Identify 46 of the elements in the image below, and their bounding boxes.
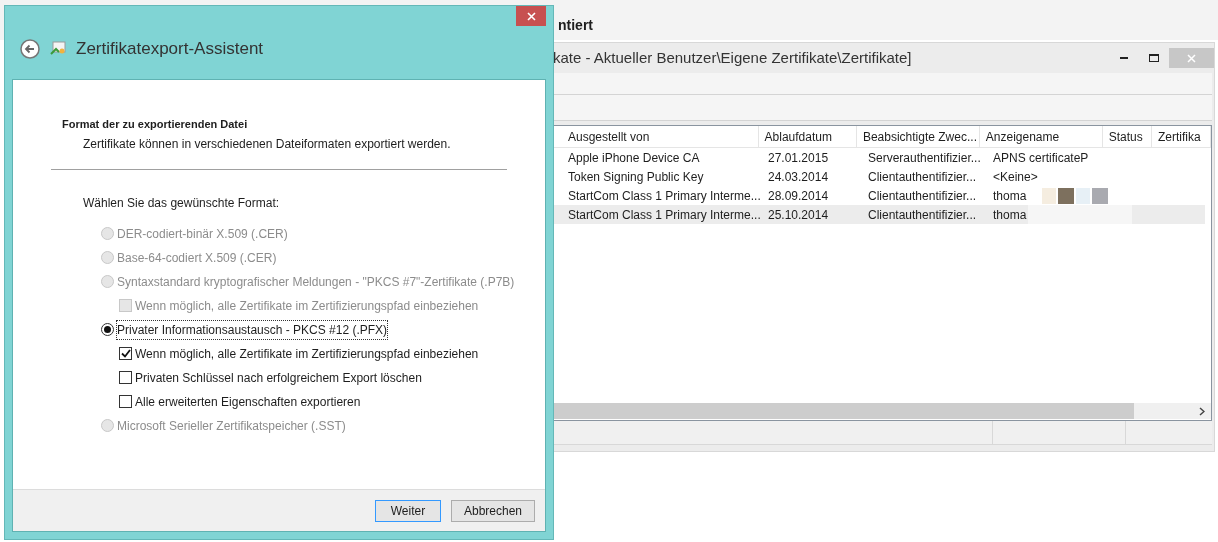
scroll-right-icon[interactable] (1193, 403, 1211, 419)
close-icon (1187, 53, 1196, 63)
table-cell-text: <Keine> (992, 168, 1038, 186)
column-header[interactable]: Ausgestellt von (562, 126, 759, 147)
radio-label[interactable]: Privater Informationsaustausch - PKCS #12 (.PFX) (117, 320, 388, 339)
table-cell-text: Token Signing Public Key (567, 168, 705, 186)
column-header[interactable]: Zertifika (1151, 126, 1211, 147)
column-header[interactable]: Beabsichtigte Zwec... (856, 126, 980, 147)
table-cell-text: 27.01.2015 (767, 149, 830, 167)
table-cell-text: thoma (992, 187, 1027, 205)
checkbox[interactable] (119, 371, 132, 384)
checkbox-label[interactable]: Alle erweiterten Eigenschaften exportieren (135, 392, 361, 411)
checkbox[interactable] (119, 347, 132, 360)
dialog-button[interactable]: Abbrechen (450, 499, 535, 522)
column-header[interactable]: Status (1102, 126, 1152, 147)
checkmark-icon (120, 349, 131, 358)
page-heading: ntiert (558, 16, 593, 35)
table-row[interactable]: StartCom Class 1 Primary Interme... 28.09.2014 Clientauthentifizier... thoma (548, 186, 1205, 205)
dialog-button[interactable]: Weiter (374, 499, 441, 522)
checkbox-label[interactable]: Wenn möglich, alle Zertifikate im Zertifizierungspfad einbeziehen (135, 344, 479, 363)
dialog-title: Zertifikatexport-Assistent (76, 37, 264, 60)
table-cell-text: APNS certificateP (992, 149, 1089, 167)
table-cell-text: 28.09.2014 (767, 187, 830, 205)
radio-button[interactable] (101, 323, 114, 336)
table-cell-text: 25.10.2014 (767, 206, 830, 224)
close-button[interactable] (516, 6, 546, 26)
table-cell-text: 24.03.2014 (767, 168, 830, 186)
table-cell-text: StartCom Class 1 Primary Interme... (567, 206, 762, 224)
section-subtitle: Zertifikate können in verschiedenen Dateiformaten exportiert werden. (83, 135, 452, 153)
format-prompt: Wählen Sie das gewünschte Format: (83, 194, 281, 212)
window-title: kate - Aktueller Benutzer\Eigene Zertifikate\Zertifikate] (553, 47, 912, 68)
close-icon (526, 11, 536, 21)
table-cell-text: Clientauthentifizier... (867, 206, 978, 224)
table-cell-text: thoma (992, 206, 1027, 224)
table-cell-text: Apple iPhone Device CA (567, 149, 701, 167)
table-cell-text: Clientauthentifizier... (867, 187, 978, 205)
table-cell-text: Clientauthentifizier... (867, 168, 978, 186)
table-cell-text: StartCom Class 1 Primary Interme... (567, 187, 762, 205)
back-icon[interactable] (20, 38, 40, 59)
table-cell-text: Serverauthentifizier... (867, 149, 982, 167)
checkbox-label[interactable]: Privaten Schlüssel nach erfolgreichem Export löschen (135, 368, 422, 387)
checkbox[interactable] (119, 395, 132, 408)
section-title: Format der zu exportierenden Datei (62, 117, 249, 132)
certificate-icon (50, 40, 66, 57)
column-header[interactable]: Ablaufdatum (758, 126, 857, 147)
column-header[interactable]: Anzeigename (979, 126, 1103, 147)
